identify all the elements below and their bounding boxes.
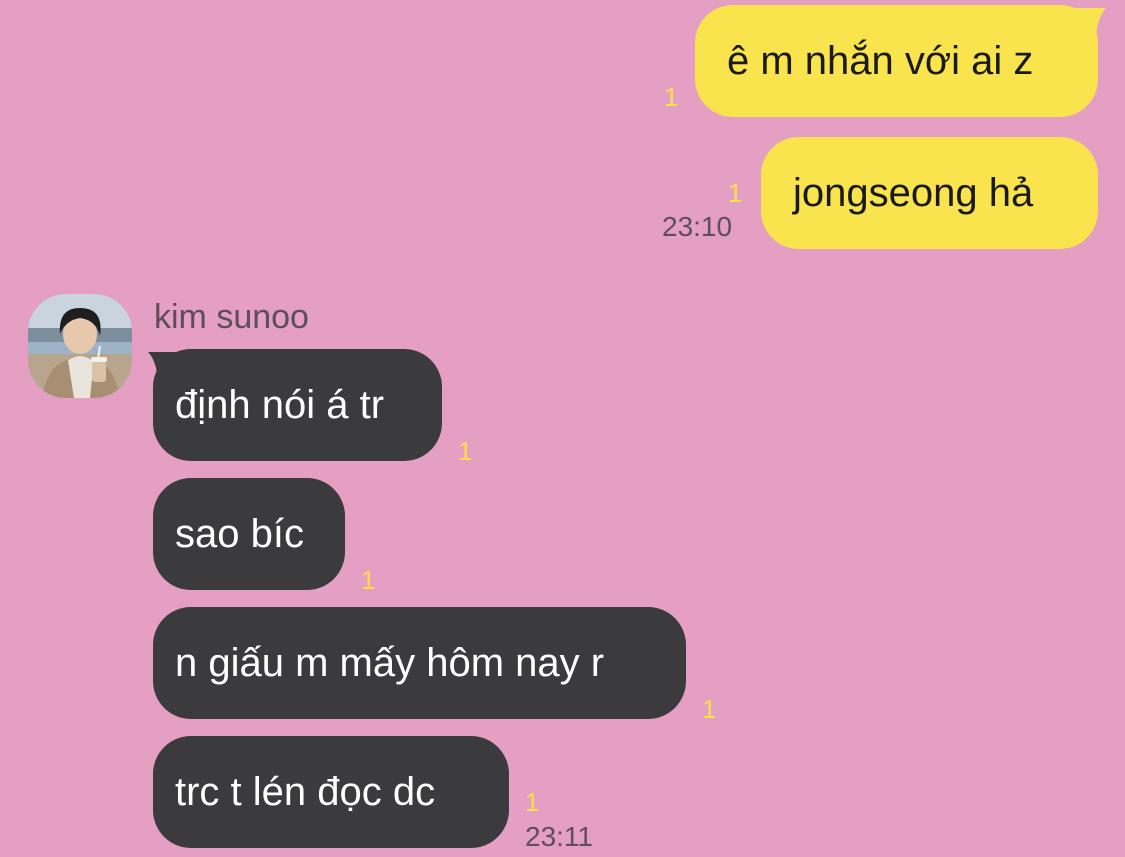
sender-avatar[interactable]: [28, 294, 132, 398]
chat-area[interactable]: ê m nhắn với ai z 1 jongseong hả 1 23:10…: [0, 0, 1125, 857]
incoming-message-bubble[interactable]: n giấu m mấy hôm nay r: [153, 607, 686, 719]
incoming-message-bubble[interactable]: định nói á tr: [153, 349, 442, 461]
unread-count: 1: [664, 82, 679, 112]
sender-name: kim sunoo: [154, 298, 309, 336]
profile-photo-icon: [28, 294, 132, 398]
unread-count: 1: [728, 178, 743, 208]
unread-count: 1: [458, 436, 473, 466]
message-timestamp: 23:11: [525, 821, 593, 852]
unread-count: 1: [361, 565, 376, 595]
message-timestamp: 23:10: [662, 211, 733, 242]
unread-count: 1: [525, 787, 540, 817]
incoming-message-bubble[interactable]: trc t lén đọc dc: [153, 736, 509, 848]
outgoing-message-bubble[interactable]: jongseong hả: [761, 137, 1098, 249]
outgoing-message-bubble[interactable]: ê m nhắn với ai z: [695, 5, 1098, 117]
incoming-message-bubble[interactable]: sao bíc: [153, 478, 345, 590]
outgoing-bubble-tail: [1070, 8, 1106, 36]
unread-count: 1: [702, 694, 717, 724]
